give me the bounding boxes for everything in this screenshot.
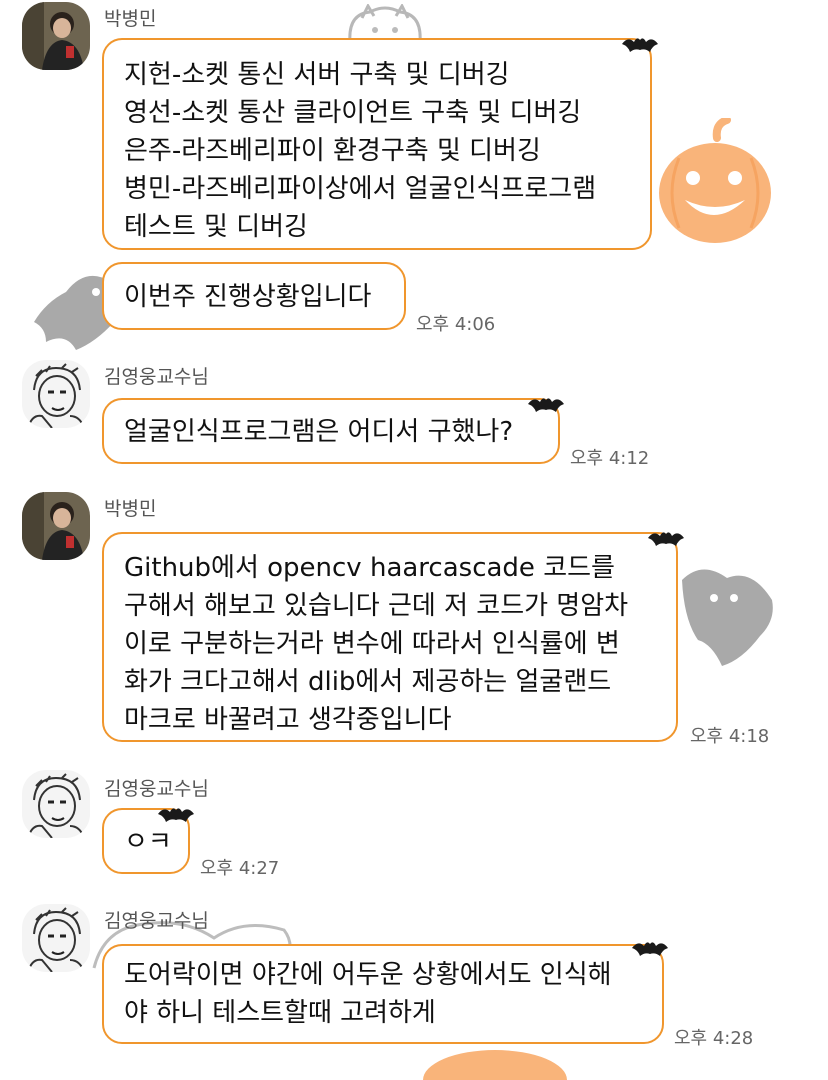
message-text: 테스트 및 디버깅 <box>124 212 308 242</box>
ghost-decoration <box>682 569 773 666</box>
sender-name: 김영웅교수님 <box>104 910 209 932</box>
pumpkin-decoration <box>423 1050 567 1080</box>
sketch-portrait-avatar[interactable] <box>22 360 90 428</box>
message-timestamp: 오후 4:28 <box>674 1028 754 1049</box>
user-photo-avatar[interactable] <box>22 492 90 560</box>
message-text: 이로 구분하는거라 변수에 따라서 인식률에 변 <box>124 629 620 659</box>
message-bubble[interactable]: 얼굴인식프로그램은 어디서 구했나? <box>102 398 560 464</box>
message-bubble[interactable]: Github에서 opencv haarcascade 코드를 구해서 해보고 … <box>102 532 678 742</box>
message-text: Github에서 opencv haarcascade 코드를 <box>124 553 615 583</box>
sender-name: 김영웅교수님 <box>104 366 209 388</box>
message-text: 야 하니 테스트할때 고려하게 <box>124 998 436 1028</box>
bat-icon <box>158 808 194 822</box>
message-text: 도어락이면 야간에 어두운 상황에서도 인식해 <box>124 960 612 990</box>
sender-name: 박병민 <box>104 8 157 30</box>
message-bubble[interactable]: 지헌-소켓 통신 서버 구축 및 디버깅 영선-소켓 통산 클라이언트 구축 및… <box>102 38 652 250</box>
message-timestamp: 오후 4:12 <box>570 448 650 469</box>
message-timestamp: 오후 4:06 <box>416 314 496 335</box>
bat-icon <box>648 532 684 546</box>
message-text: 이번주 진행상황입니다 <box>124 282 372 312</box>
message-timestamp: 오후 4:27 <box>200 858 280 879</box>
message-bubble[interactable]: 도어락이면 야간에 어두운 상황에서도 인식해 야 하니 테스트할때 고려하게 <box>102 944 664 1044</box>
message-text: 지헌-소켓 통신 서버 구축 및 디버깅 <box>124 60 510 90</box>
sketch-portrait-avatar[interactable] <box>22 770 90 838</box>
bat-icon <box>622 38 658 52</box>
message-timestamp: 오후 4:18 <box>690 726 770 747</box>
message-bubble[interactable]: 이번주 진행상황입니다 <box>102 262 406 330</box>
sender-name: 김영웅교수님 <box>104 778 209 800</box>
message-text: 병민-라즈베리파이상에서 얼굴인식프로그램 <box>124 174 597 204</box>
bat-icon <box>528 398 564 412</box>
sender-name: 박병민 <box>104 498 157 520</box>
message-text: ㅇㅋ <box>124 827 172 857</box>
sketch-portrait-avatar[interactable] <box>22 904 90 972</box>
user-photo-avatar[interactable] <box>22 2 90 70</box>
message-text: 화가 크다고해서 dlib에서 제공하는 얼굴랜드 <box>124 667 612 697</box>
message-text: 얼굴인식프로그램은 어디서 구했나? <box>124 417 514 447</box>
message-text: 마크로 바꿀려고 생각중입니다 <box>124 705 452 735</box>
message-text: 은주-라즈베리파이 환경구축 및 디버깅 <box>124 136 541 166</box>
bat-icon <box>632 942 668 956</box>
message-text: 영선-소켓 통산 클라이언트 구축 및 디버깅 <box>124 98 582 128</box>
pumpkin-decoration <box>659 118 771 243</box>
message-text: 구해서 해보고 있습니다 근데 저 코드가 명암차 <box>124 591 629 621</box>
